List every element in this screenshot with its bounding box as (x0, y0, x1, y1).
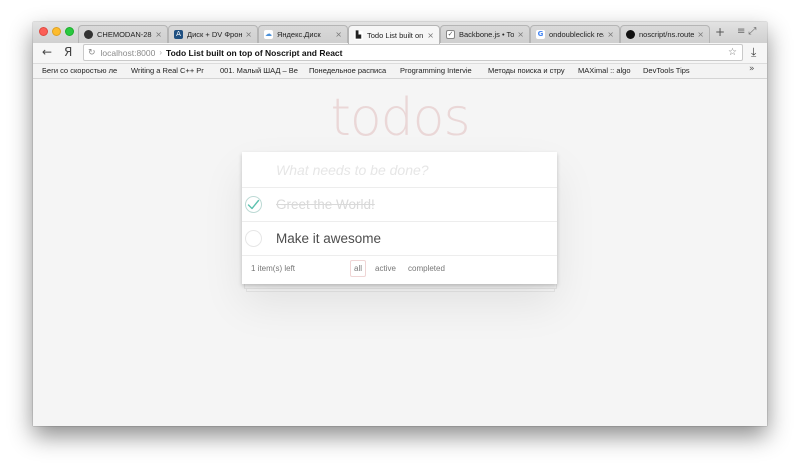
browser-window: CHEMODAN-28520 × A Диск + DV Фронтенд × … (33, 22, 767, 426)
download-icon[interactable]: ⤓ (751, 45, 756, 60)
check-icon (247, 199, 260, 210)
window-controls[interactable]: ≡⤢ (737, 26, 759, 37)
tab-close-icon[interactable]: × (155, 30, 162, 39)
tab-title: ondoubleclick react (549, 30, 604, 39)
yandex-disk-icon: ☁ (264, 30, 273, 39)
maximize-window-button[interactable] (65, 27, 74, 36)
tab-title: Диск + DV Фронтенд (187, 30, 243, 39)
browser-toolbar: ← Я ↻ localhost:8000 › Todo List built o… (33, 43, 767, 64)
bookmark-item[interactable]: Writing a Real C++ Pr (131, 66, 211, 75)
todo-count: 1 item(s) left (251, 264, 296, 273)
tab-title: CHEMODAN-28520 (97, 30, 152, 39)
bookmark-item[interactable]: DevTools Tips (643, 66, 703, 75)
github-icon (84, 30, 93, 39)
tab-close-icon[interactable]: × (517, 30, 524, 39)
todo-label[interactable]: Greet the World! (276, 197, 375, 212)
new-tab-button[interactable]: + (715, 25, 725, 39)
browser-tab[interactable]: G ondoubleclick react × (530, 25, 620, 43)
menu-icon[interactable]: ≡ (737, 26, 748, 37)
filter-all[interactable]: all (350, 260, 367, 277)
github-icon (626, 30, 635, 39)
url-separator: › (159, 48, 163, 57)
checkbox-icon: ✓ (446, 30, 455, 39)
tab-strip: CHEMODAN-28520 × A Диск + DV Фронтенд × … (33, 22, 767, 44)
close-window-button[interactable] (39, 27, 48, 36)
todo-app: Greet the World! Make it awesome 1 item(… (242, 152, 557, 284)
new-todo-input[interactable] (242, 152, 557, 188)
bookmarks-more-icon[interactable]: » (749, 64, 755, 74)
tab-close-icon[interactable]: × (607, 30, 614, 39)
bookmarks-bar: Беги со скоростью ле Writing a Real C++ … (33, 64, 767, 79)
browser-tab[interactable]: CHEMODAN-28520 × (78, 25, 168, 43)
tab-close-icon[interactable]: × (245, 30, 252, 39)
reload-icon[interactable]: ↻ (88, 48, 96, 58)
todo-label[interactable]: Make it awesome (276, 231, 381, 246)
todo-toggle-checked[interactable] (245, 196, 262, 213)
back-icon[interactable]: ← (42, 45, 52, 59)
browser-tab[interactable]: noscript/ns.router.m × (620, 25, 710, 43)
bookmark-star-icon[interactable]: ☆ (728, 47, 737, 58)
address-bar[interactable]: ↻ localhost:8000 › Todo List built on to… (83, 44, 743, 61)
noscript-icon: ▙ (354, 30, 363, 40)
todo-item[interactable]: Greet the World! (242, 188, 557, 222)
fullscreen-icon[interactable]: ⤢ (748, 26, 759, 37)
atlassian-icon: A (174, 30, 183, 39)
tab-title: Яндекс.Диск (277, 30, 321, 39)
bookmark-item[interactable]: MAXimal :: algo (578, 66, 638, 75)
tab-close-icon[interactable]: × (335, 30, 342, 39)
todo-item[interactable]: Make it awesome (242, 222, 557, 256)
app-title: todos (330, 88, 470, 148)
browser-tab[interactable]: ✓ Backbone.js • TodoMVC × (440, 25, 530, 43)
minimize-window-button[interactable] (52, 27, 61, 36)
google-icon: G (536, 30, 545, 39)
browser-tab-active[interactable]: ▙ Todo List built on top × (348, 25, 440, 44)
todo-footer: 1 item(s) left all active completed (242, 256, 557, 282)
tab-close-icon[interactable]: × (697, 30, 704, 39)
page-content: todos Greet the World! Make it awesome 1… (33, 79, 767, 426)
todo-toggle[interactable] (245, 230, 262, 247)
tab-close-icon[interactable]: × (427, 31, 434, 40)
url-page-title: Todo List built on top of Noscript and R… (166, 47, 343, 58)
bookmark-item[interactable]: Беги со скоростью ле (42, 66, 124, 75)
tab-title: Todo List built on top (367, 30, 424, 40)
yandex-icon[interactable]: Я (64, 45, 72, 59)
bookmark-item[interactable]: Понедельное расписа (309, 66, 389, 75)
bookmark-item[interactable]: 001. Малый ШАД – Ве (220, 66, 300, 75)
bookmark-item[interactable]: Programming Intervie (400, 66, 480, 75)
filter-active[interactable]: active (371, 260, 400, 277)
filter-completed[interactable]: completed (404, 260, 449, 277)
url-host: localhost:8000 (100, 47, 156, 58)
browser-tab[interactable]: A Диск + DV Фронтенд × (168, 25, 258, 43)
tab-title: Backbone.js • TodoMVC (459, 30, 515, 39)
bookmark-item[interactable]: Методы поиска и стру (488, 66, 568, 75)
tab-title: noscript/ns.router.m (639, 30, 695, 39)
browser-tab[interactable]: ☁ Яндекс.Диск × (258, 25, 348, 43)
